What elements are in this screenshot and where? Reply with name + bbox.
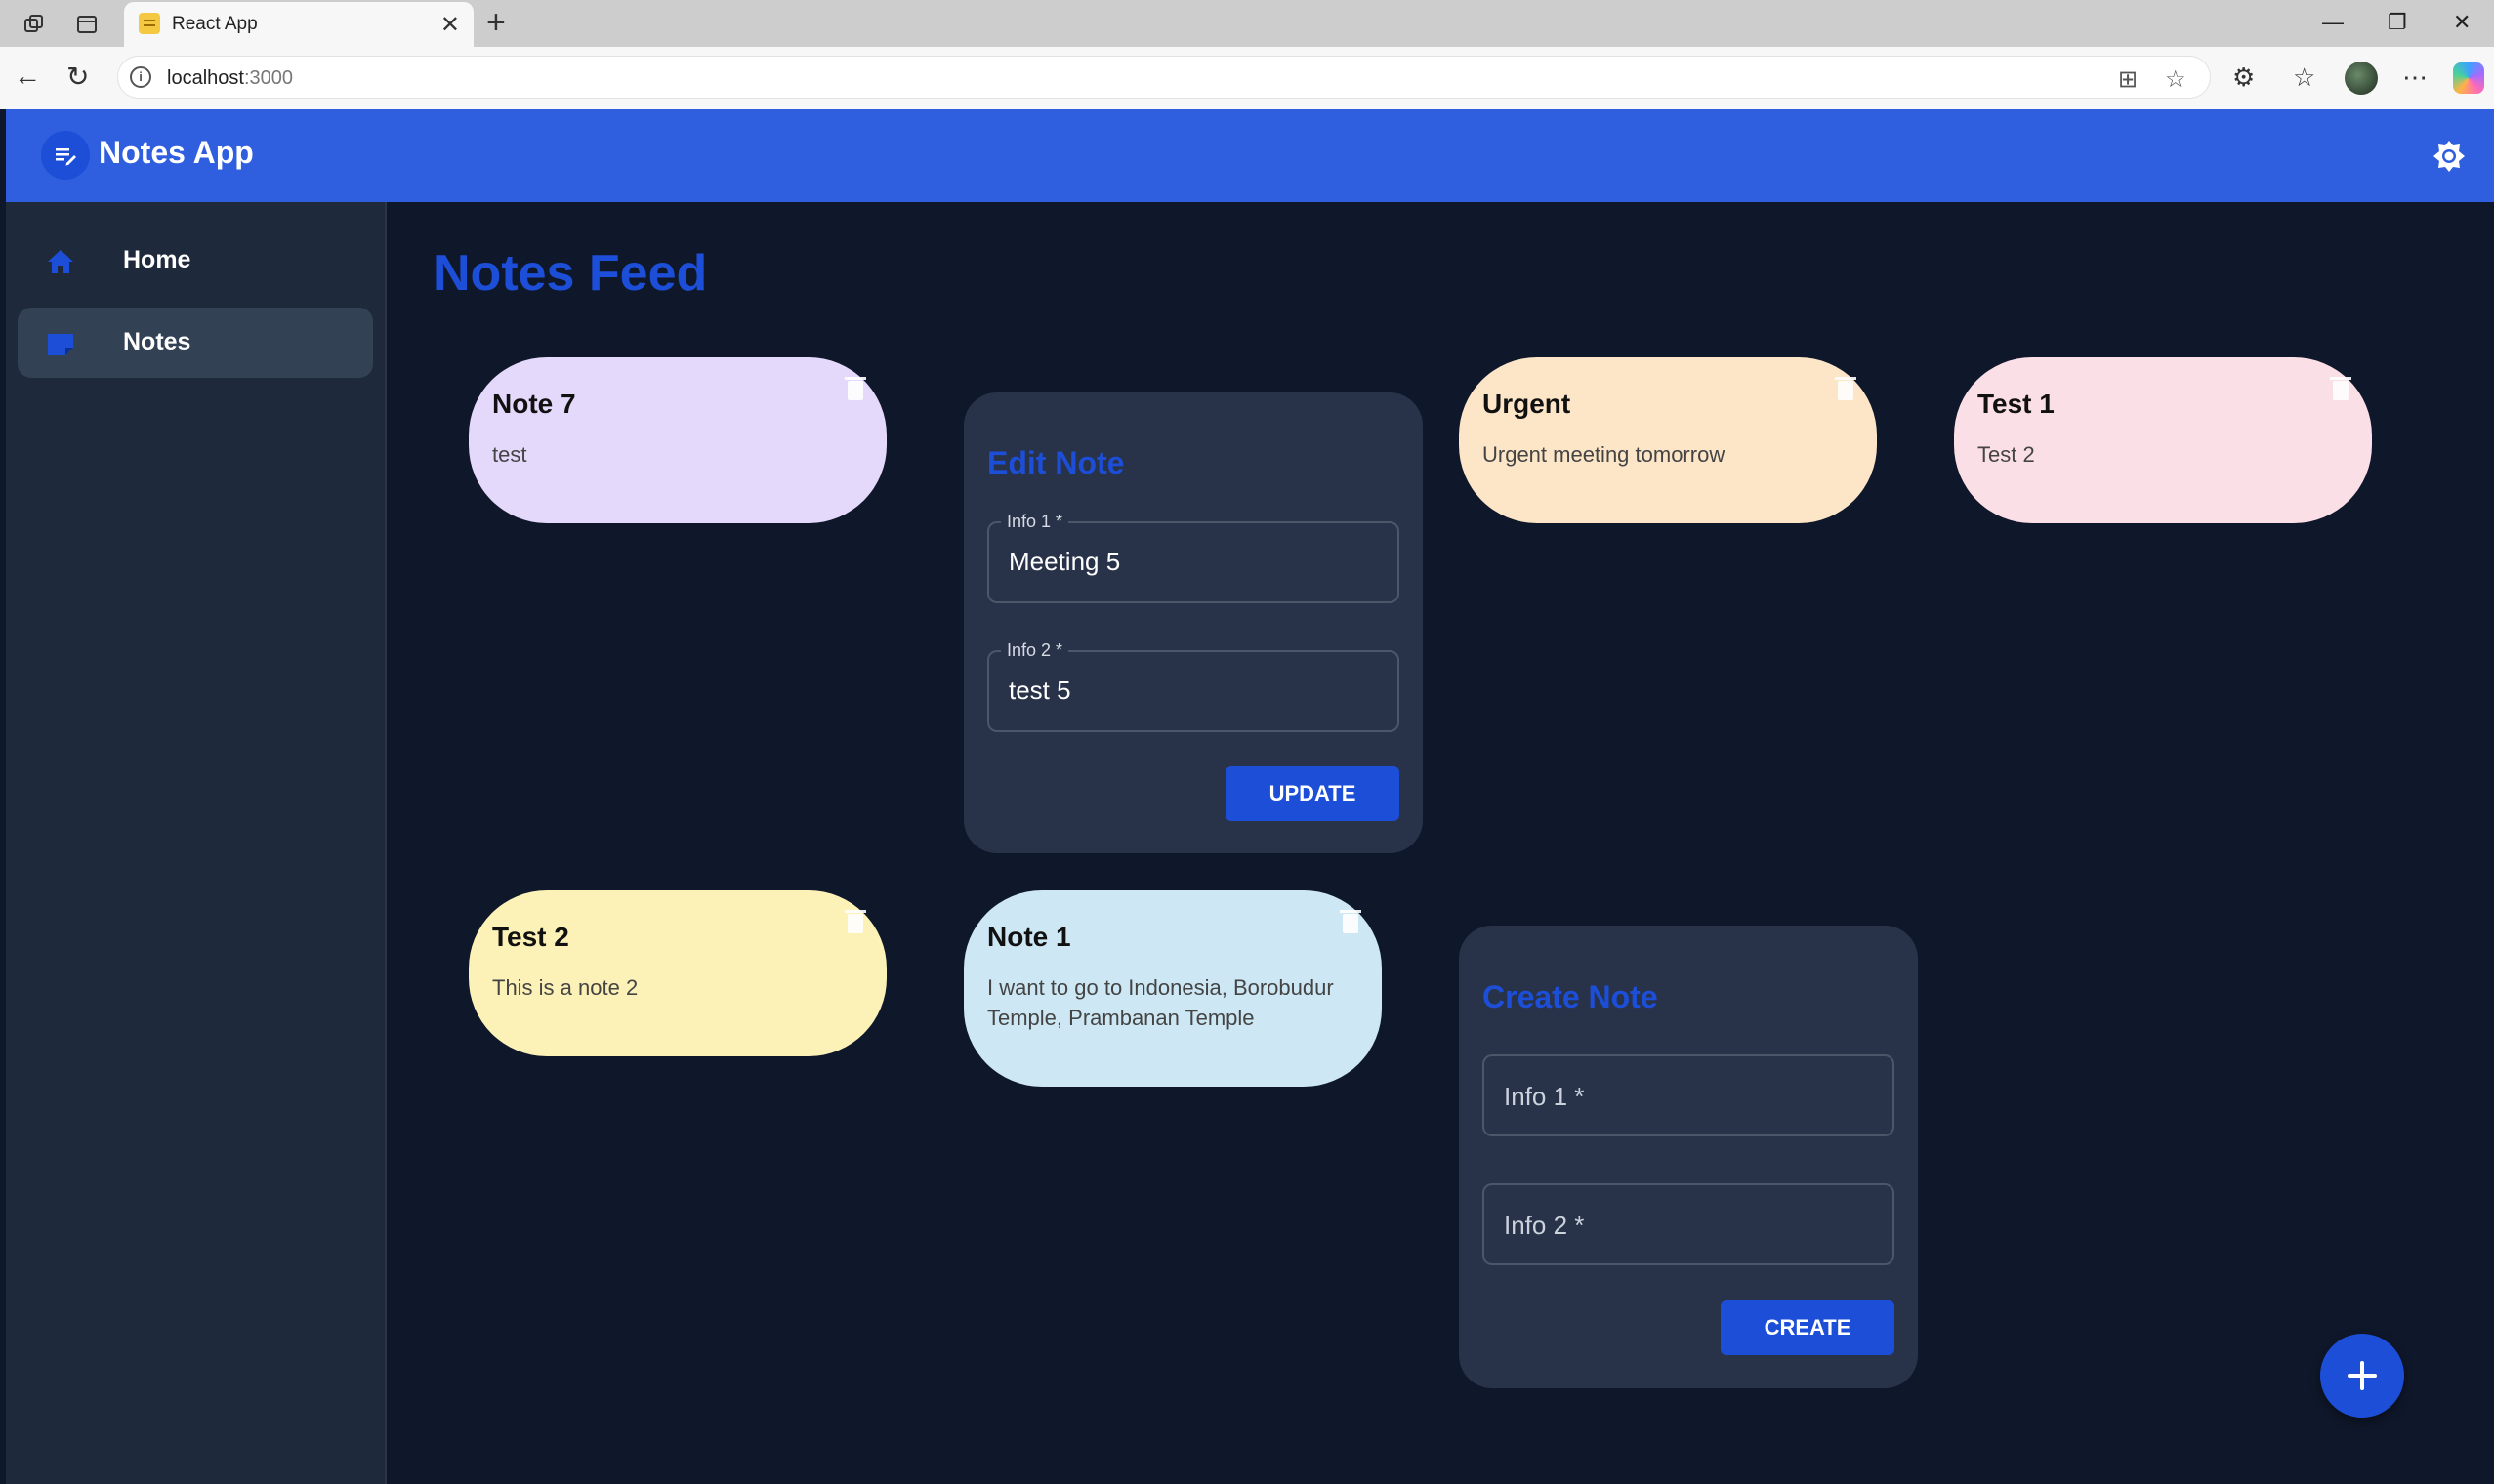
split-screen-icon[interactable]: ⊞ (2118, 65, 2138, 94)
sidebar-item-label: Notes (123, 328, 191, 355)
field-label: Info 1 * (1001, 512, 1069, 532)
note-title: Test 1 (1977, 389, 2055, 419)
edit-info1-field[interactable]: Info 1 * Meeting 5 (987, 512, 1399, 603)
delete-icon[interactable] (845, 910, 866, 933)
browser-tab[interactable]: React App ✕ (124, 2, 474, 47)
new-tab-icon[interactable]: + (486, 4, 506, 42)
note-body: This is a note 2 (492, 975, 639, 1000)
notes-favicon-icon (139, 13, 160, 34)
favorite-star-icon[interactable]: ☆ (2165, 65, 2186, 94)
field-label: Info 2 * (1001, 640, 1069, 661)
update-button[interactable]: UPDATE (1226, 766, 1399, 821)
restore-icon[interactable]: ❐ (2388, 10, 2407, 35)
field-value: test 5 (1009, 676, 1071, 705)
delete-icon[interactable] (2330, 377, 2351, 400)
note-card[interactable]: Note 7 test (469, 357, 887, 523)
edit-form-title: Edit Note (987, 445, 1125, 480)
address-bar[interactable]: i localhost:3000 ⊞ ☆ (117, 56, 2211, 99)
extensions-icon[interactable]: ⚙ (2232, 62, 2255, 93)
minimize-icon[interactable]: — (2322, 10, 2344, 35)
note-card[interactable]: Test 1 Test 2 (1954, 357, 2372, 523)
theme-toggle-icon[interactable] (2428, 135, 2471, 178)
back-icon[interactable]: ← (14, 61, 41, 92)
url-text: localhost:3000 (167, 67, 293, 89)
page-title: Notes Feed (434, 245, 708, 302)
note-body: Urgent meeting tomorrow (1482, 442, 1725, 467)
copilot-icon[interactable] (2453, 62, 2484, 94)
site-info-icon[interactable]: i (130, 66, 151, 88)
edit-info2-field[interactable]: Info 2 * test 5 (987, 640, 1399, 732)
create-info2-field[interactable]: Info 2 * (1482, 1183, 1894, 1265)
field-placeholder: Info 2 * (1504, 1211, 1585, 1240)
sidebar: Home Notes (6, 202, 387, 1484)
field-value: Meeting 5 (1009, 547, 1121, 576)
home-icon (48, 250, 73, 273)
browser-toolbar: ← ↻ i localhost:3000 ⊞ ☆ ⚙ ☆ ⋯ (0, 47, 2494, 109)
note-card[interactable]: Urgent Urgent meeting tomorrow (1459, 357, 1877, 523)
note-body: Test 2 (1977, 442, 2035, 467)
delete-icon[interactable] (1835, 377, 1856, 400)
note-body: I want to go to Indonesia, Borobudur Tem… (987, 975, 1334, 1030)
field-placeholder: Info 1 * (1504, 1082, 1585, 1111)
app-bar: Notes App (6, 109, 2494, 202)
edit-note-form: Edit Note Info 1 * Meeting 5 Info 2 * te… (964, 392, 1423, 853)
app-logo-icon (41, 131, 90, 180)
app-title: Notes App (99, 135, 254, 170)
profile-avatar[interactable] (2345, 62, 2378, 95)
delete-icon[interactable] (845, 377, 866, 400)
create-form-title: Create Note (1482, 979, 1658, 1014)
tab-title: React App (172, 14, 258, 34)
more-menu-icon[interactable]: ⋯ (2402, 62, 2428, 93)
note-icon (48, 334, 73, 355)
note-card[interactable]: Test 2 This is a note 2 (469, 890, 887, 1056)
browser-tab-bar: React App ✕ + — ❐ ✕ (0, 0, 2494, 47)
notes-app: Notes App Home Notes Notes Feed Note 7 t… (6, 109, 2494, 1484)
note-title: Test 2 (492, 922, 569, 952)
reload-icon[interactable]: ↻ (66, 61, 89, 93)
workspaces-icon[interactable] (20, 10, 49, 39)
create-button[interactable]: CREATE (1721, 1300, 1894, 1355)
close-tab-icon[interactable]: ✕ (440, 11, 460, 39)
note-title: Urgent (1482, 389, 1571, 419)
sidebar-item-home[interactable]: Home (18, 226, 373, 296)
add-note-button[interactable] (2320, 1334, 2404, 1418)
note-title: Note 1 (987, 922, 1071, 952)
note-card[interactable]: Note 1 I want to go to Indonesia, Borobu… (964, 890, 1382, 1087)
sidebar-item-notes[interactable]: Notes (18, 308, 373, 378)
note-title: Note 7 (492, 389, 576, 419)
create-note-form: Create Note Info 1 * Info 2 * CREATE (1459, 926, 1918, 1388)
tab-actions-icon[interactable] (72, 10, 102, 39)
favorites-icon[interactable]: ☆ (2293, 62, 2315, 93)
create-info1-field[interactable]: Info 1 * (1482, 1054, 1894, 1136)
note-body: test (492, 442, 527, 467)
delete-icon[interactable] (1340, 910, 1361, 933)
close-window-icon[interactable]: ✕ (2453, 10, 2471, 35)
sidebar-item-label: Home (123, 246, 191, 273)
